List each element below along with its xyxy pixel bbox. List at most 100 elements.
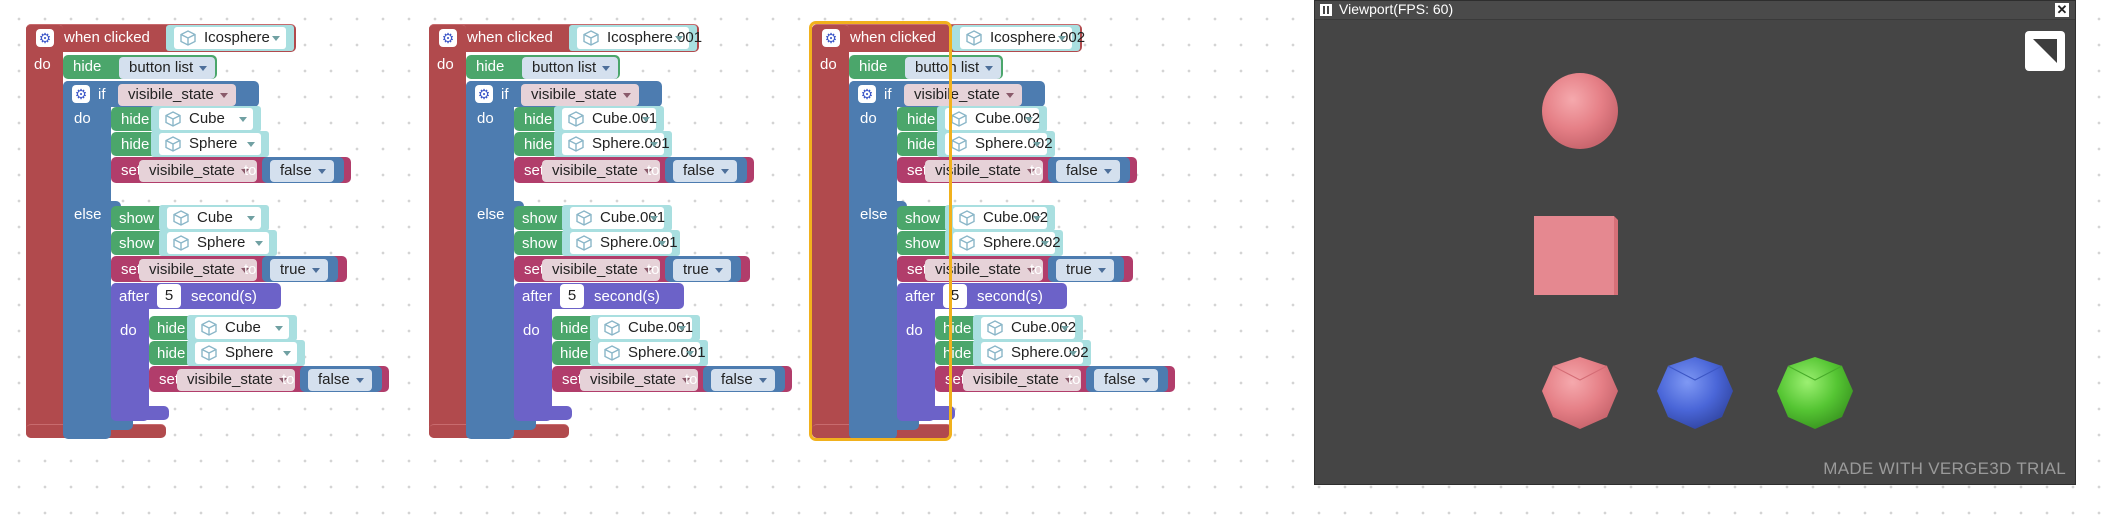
show-label: show [522, 235, 558, 252]
after-label: after [522, 288, 553, 305]
object-b-selector[interactable]: Sphere [151, 131, 269, 157]
set-variable-field[interactable]: visibile_state [177, 369, 295, 391]
set-variable-field[interactable]: visibile_state [963, 369, 1081, 391]
delay-field[interactable]: 5 [157, 284, 181, 308]
object-a-selector[interactable]: Cube.001 [554, 106, 664, 132]
icosphere-red-object[interactable] [1542, 357, 1618, 429]
object-icon [583, 30, 599, 46]
button-list-field[interactable]: button list [522, 57, 619, 79]
seconds-label: second(s) [191, 288, 257, 305]
object-icon [959, 235, 975, 251]
to-label: to [244, 162, 257, 179]
boolean-true-field[interactable]: true [673, 259, 731, 281]
do-label: do [120, 322, 137, 339]
gear-icon[interactable]: ⚙ [822, 29, 840, 47]
boolean-false-field[interactable]: false [308, 369, 372, 391]
object-a-selector[interactable]: Cube.002 [945, 205, 1055, 231]
event-block-spine [812, 24, 849, 438]
puzzle-stack[interactable]: ⚙ when clicked Icosphere do hide button list ⚙… [26, 24, 426, 444]
set-variable-field[interactable]: visibile_state [542, 259, 660, 281]
hide-label: hide [524, 111, 553, 128]
close-icon[interactable]: ✕ [2055, 3, 2069, 17]
viewport-scene[interactable] [1315, 20, 2075, 485]
object-b-selector[interactable]: Sphere.001 [590, 340, 708, 366]
event-label: when clicked [64, 29, 150, 46]
gear-icon[interactable]: ⚙ [858, 85, 876, 103]
hide-label: hide [907, 136, 936, 153]
hide-label: hide [907, 111, 936, 128]
show-label: show [905, 210, 941, 227]
boolean-false-field[interactable]: false [1056, 160, 1120, 182]
viewport-panel[interactable]: Viewport(FPS: 60) ✕ MADE WITH VERGE3D TR… [1314, 0, 2076, 485]
hide-label: hide [157, 345, 186, 362]
gear-icon[interactable]: ⚙ [36, 29, 54, 47]
object-a-selector[interactable]: Cube [187, 315, 297, 341]
object-a-selector[interactable]: Cube.001 [562, 205, 672, 231]
set-label: set [121, 261, 142, 278]
to-label: to [1030, 261, 1043, 278]
if-block-spine [63, 81, 111, 439]
object-b-selector[interactable]: Sphere.001 [562, 230, 680, 256]
puzzle-stack[interactable]: ⚙ when clicked Icosphere.002 do hide button l… [809, 21, 1212, 444]
event-object-selector[interactable]: Icosphere.002 [952, 25, 1085, 51]
boolean-false-field[interactable]: false [270, 160, 334, 182]
set-variable-field[interactable]: visibile_state [925, 259, 1043, 281]
object-icon [604, 320, 620, 336]
object-b-selector[interactable]: Sphere.001 [554, 131, 672, 157]
object-icon [576, 235, 592, 251]
object-a-selector[interactable]: Cube.002 [973, 315, 1083, 341]
gear-icon[interactable]: ⚙ [439, 29, 457, 47]
icosphere-green-object[interactable] [1777, 357, 1853, 429]
object-a-selector[interactable]: Cube [159, 205, 269, 231]
set-variable-field[interactable]: visibile_state [580, 369, 698, 391]
if-block-spine [849, 81, 897, 439]
gear-icon[interactable]: ⚙ [475, 85, 493, 103]
object-icon [987, 345, 1003, 361]
icosphere-blue-object[interactable] [1657, 357, 1733, 429]
object-a-selector[interactable]: Cube.002 [937, 106, 1047, 132]
event-object-selector[interactable]: Icosphere [166, 25, 294, 51]
hide-label: hide [73, 58, 102, 75]
puzzle-stack[interactable]: ⚙ when clicked Icosphere.001 do hide button l… [429, 24, 829, 444]
object-b-selector[interactable]: Sphere.002 [945, 230, 1063, 256]
hide-label: hide [121, 136, 150, 153]
boolean-false-field[interactable]: false [711, 369, 775, 391]
button-list-field[interactable]: button list [905, 57, 1002, 79]
do-label: do [860, 110, 877, 127]
sphere-object[interactable] [1542, 73, 1618, 149]
object-icon [165, 136, 181, 152]
object-b-selector[interactable]: Sphere.002 [973, 340, 1091, 366]
after-label: after [119, 288, 150, 305]
object-icon [173, 235, 189, 251]
set-variable-field[interactable]: visibile_state [925, 160, 1043, 182]
boolean-false-field[interactable]: false [1094, 369, 1158, 391]
event-object-selector[interactable]: Icosphere.001 [569, 25, 702, 51]
if-variable-field[interactable]: visibile_state [904, 84, 1022, 106]
do-label: do [34, 56, 51, 73]
object-b-selector[interactable]: Sphere [159, 230, 277, 256]
object-a-selector[interactable]: Cube [151, 106, 261, 132]
if-variable-field[interactable]: visibile_state [521, 84, 639, 106]
delay-field[interactable]: 5 [943, 284, 967, 308]
boolean-true-field[interactable]: true [270, 259, 328, 281]
object-b-selector[interactable]: Sphere.002 [937, 131, 1055, 157]
boolean-false-field[interactable]: false [673, 160, 737, 182]
if-variable-field[interactable]: visibile_state [118, 84, 236, 106]
gear-icon[interactable]: ⚙ [72, 85, 90, 103]
event-block-spine [26, 24, 63, 438]
object-b-selector[interactable]: Sphere [187, 340, 305, 366]
boolean-true-field[interactable]: true [1056, 259, 1114, 281]
delay-field[interactable]: 5 [560, 284, 584, 308]
to-label: to [282, 371, 295, 388]
button-list-field[interactable]: button list [119, 57, 216, 79]
do-label: do [74, 110, 91, 127]
set-variable-field[interactable]: visibile_state [139, 259, 257, 281]
set-variable-field[interactable]: visibile_state [139, 160, 257, 182]
do-label: do [477, 110, 494, 127]
set-variable-field[interactable]: visibile_state [542, 160, 660, 182]
pause-icon[interactable] [1320, 4, 1332, 16]
cube-object[interactable] [1534, 216, 1618, 295]
to-label: to [647, 162, 660, 179]
if-label: if [501, 86, 509, 103]
object-a-selector[interactable]: Cube.001 [590, 315, 700, 341]
